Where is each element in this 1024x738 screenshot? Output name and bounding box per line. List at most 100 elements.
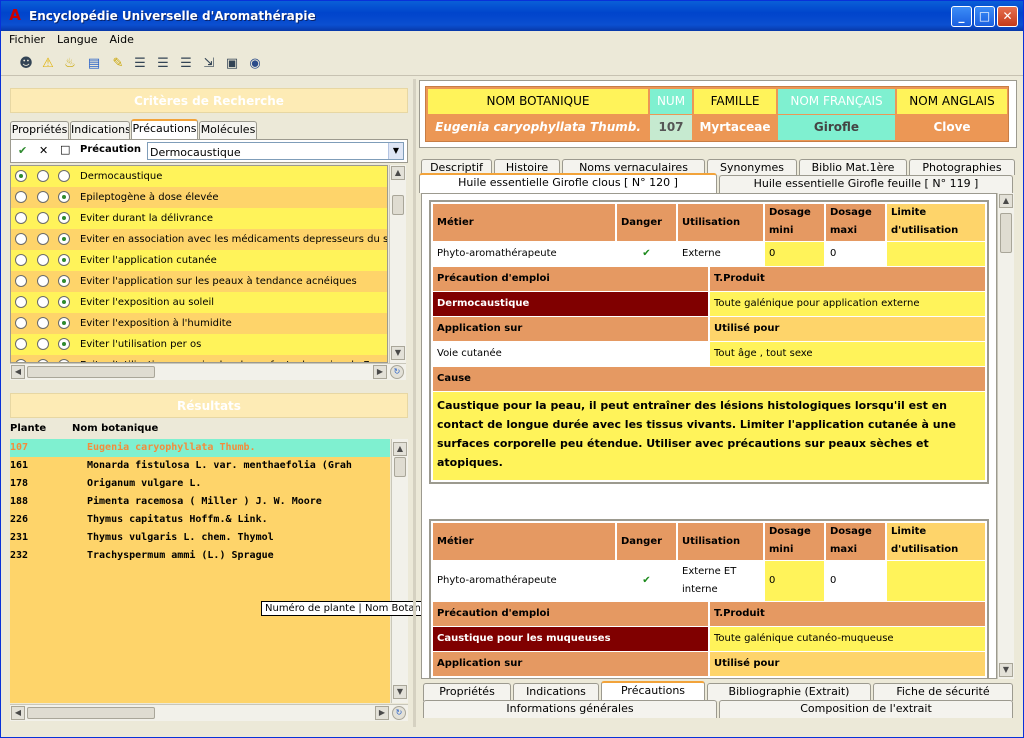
result-row[interactable]: 188 Pimenta racemosa ( Miller ) J. W. Moo… xyxy=(10,493,390,511)
result-row[interactable]: 226 Thymus capitatus Hoffm.& Link. xyxy=(10,511,390,529)
tab-bottom-proprietes[interactable]: Propriétés xyxy=(423,683,511,701)
criteria-item[interactable]: Eviter l'exposition à l'humidite xyxy=(11,313,387,334)
tab-informations-generales[interactable]: Informations générales xyxy=(423,700,717,718)
scroll-down-icon[interactable]: ▼ xyxy=(391,346,405,360)
uncheck-all-icon[interactable]: ✕ xyxy=(39,144,48,157)
minimize-button[interactable]: _ xyxy=(951,6,972,27)
chevron-down-icon[interactable]: ▼ xyxy=(388,143,403,159)
exclude-radio[interactable] xyxy=(37,317,49,329)
neutral-radio[interactable] xyxy=(58,233,70,245)
results-scroll-right-icon[interactable]: ▶ xyxy=(375,706,389,720)
list2-icon[interactable]: ☰ xyxy=(154,55,172,73)
warning-icon[interactable]: ⚠ xyxy=(39,55,57,73)
menu-langue[interactable]: Langue xyxy=(51,31,104,48)
scroll-left-icon[interactable]: ◀ xyxy=(11,365,25,379)
neutral-radio[interactable] xyxy=(58,254,70,266)
results-hscroll[interactable]: ◀ ▶ ↻ xyxy=(10,704,408,721)
criteria-item[interactable]: Eviter l'application cutanée xyxy=(11,250,387,271)
neutral-radio[interactable] xyxy=(58,170,70,182)
neutral-radio[interactable] xyxy=(58,212,70,224)
list-icon[interactable]: ☰ xyxy=(131,55,149,73)
detail-scroll-up-icon[interactable]: ▲ xyxy=(999,194,1013,208)
results-hscroll-thumb[interactable] xyxy=(27,707,155,719)
result-row[interactable]: 161 Monarda fistulosa L. var. menthaefoli… xyxy=(10,457,390,475)
splitter[interactable] xyxy=(413,79,416,727)
results-scroll-thumb[interactable] xyxy=(394,457,406,477)
col-plante[interactable]: Plante xyxy=(10,423,46,434)
check-all-icon[interactable]: ✔ xyxy=(18,144,27,157)
criteria-item[interactable]: Eviter l'utilisation per os xyxy=(11,334,387,355)
tab-extract-119[interactable]: Huile essentielle Girofle feuille [ N° 1… xyxy=(719,175,1013,193)
scroll-right-icon[interactable]: ▶ xyxy=(373,365,387,379)
include-radio[interactable] xyxy=(15,338,27,350)
include-radio[interactable] xyxy=(15,233,27,245)
exclude-radio[interactable] xyxy=(37,233,49,245)
precaution-select[interactable]: Dermocaustique ▼ xyxy=(147,142,404,160)
exclude-radio[interactable] xyxy=(37,254,49,266)
light-icon[interactable]: ♨ xyxy=(61,55,79,73)
detail-scroll-thumb[interactable] xyxy=(1000,213,1012,253)
tab-bottom-bibliographie[interactable]: Bibliographie (Extrait) xyxy=(707,683,871,701)
user-icon[interactable]: ☻ xyxy=(17,55,35,73)
note-icon[interactable]: ✎ xyxy=(109,55,127,73)
result-row[interactable]: 231 Thymus vulgaris L. chem. Thymol xyxy=(10,529,390,547)
tab-extract-120[interactable]: Huile essentielle Girofle clous [ N° 120… xyxy=(419,173,717,193)
scroll-up-icon[interactable]: ▲ xyxy=(391,166,405,180)
include-radio[interactable] xyxy=(15,191,27,203)
neutral-radio[interactable] xyxy=(58,296,70,308)
neutral-radio[interactable] xyxy=(58,338,70,350)
results-scroll-left-icon[interactable]: ◀ xyxy=(11,706,25,720)
neutral-radio[interactable] xyxy=(58,191,70,203)
criteria-hscroll[interactable]: ◀ ▶ ↻ xyxy=(10,363,406,380)
corner-icon[interactable]: ↻ xyxy=(390,365,404,379)
col-nom-botanique[interactable]: Nom botanique xyxy=(72,423,158,434)
title-bar[interactable]: A Encyclopédie Universelle d'Aromathérap… xyxy=(1,1,1023,31)
tab-composition-extrait[interactable]: Composition de l'extrait xyxy=(719,700,1013,718)
tab-molecules[interactable]: Molécules xyxy=(199,121,257,139)
exclude-radio[interactable] xyxy=(37,191,49,203)
criteria-item[interactable]: Eviter durant la délivrance xyxy=(11,208,387,229)
menu-aide[interactable]: Aide xyxy=(104,31,140,48)
hscroll-thumb[interactable] xyxy=(27,366,155,378)
globe-icon[interactable]: ◉ xyxy=(246,55,264,73)
detail-scroll-down-icon[interactable]: ▼ xyxy=(999,663,1013,677)
criteria-item[interactable]: Eviter l'exposition au soleil xyxy=(11,292,387,313)
screen-icon[interactable]: ▣ xyxy=(223,55,241,73)
tab-bottom-precautions[interactable]: Précautions xyxy=(601,681,705,701)
include-radio[interactable] xyxy=(15,212,27,224)
result-row[interactable]: 107 Eugenia caryophyllata Thumb. xyxy=(10,439,390,457)
exclude-radio[interactable] xyxy=(37,296,49,308)
criteria-item[interactable]: Epileptogène à dose élevée xyxy=(11,187,387,208)
close-button[interactable]: ✕ xyxy=(997,6,1018,27)
exclude-radio[interactable] xyxy=(37,275,49,287)
criteria-item[interactable]: Eviter en association avec les médicamen… xyxy=(11,229,387,250)
exclude-radio[interactable] xyxy=(37,170,49,182)
criteria-item[interactable]: Eviter l'utilisation par voie chez les e… xyxy=(11,355,387,362)
list3-icon[interactable]: ☰ xyxy=(177,55,195,73)
tab-indications[interactable]: Indications xyxy=(70,121,130,139)
results-corner-icon[interactable]: ↻ xyxy=(392,706,406,720)
criteria-vscroll[interactable]: ▲ ▼ xyxy=(389,165,406,363)
results-scroll-up-icon[interactable]: ▲ xyxy=(393,442,407,456)
book-icon[interactable]: ▤ xyxy=(85,55,103,73)
neutral-radio[interactable] xyxy=(58,275,70,287)
criteria-item[interactable]: Dermocaustique xyxy=(11,166,387,187)
tab-proprietes[interactable]: Propriétés xyxy=(10,121,69,139)
tab-bottom-fiche-securite[interactable]: Fiche de sécurité xyxy=(873,683,1013,701)
tab-bottom-indications[interactable]: Indications xyxy=(513,683,599,701)
result-row[interactable]: 232 Trachyspermum ammi (L.) Sprague xyxy=(10,547,390,565)
result-row[interactable]: 178 Origanum vulgare L. xyxy=(10,475,390,493)
exclude-radio[interactable] xyxy=(37,212,49,224)
tab-precautions[interactable]: Précautions xyxy=(131,119,198,139)
criteria-item[interactable]: Eviter l'application sur les peaux à ten… xyxy=(11,271,387,292)
include-radio[interactable] xyxy=(15,275,27,287)
exclude-radio[interactable] xyxy=(37,338,49,350)
detail-vscroll[interactable]: ▲ ▼ xyxy=(997,193,1014,679)
results-vscroll[interactable]: ▲ ▼ xyxy=(391,439,408,703)
maximize-button[interactable]: □ xyxy=(974,6,995,27)
include-radio[interactable] xyxy=(15,170,27,182)
export-icon[interactable]: ⇲ xyxy=(200,55,218,73)
menu-fichier[interactable]: Fichier xyxy=(3,31,51,48)
include-radio[interactable] xyxy=(15,296,27,308)
neutral-radio[interactable] xyxy=(58,317,70,329)
